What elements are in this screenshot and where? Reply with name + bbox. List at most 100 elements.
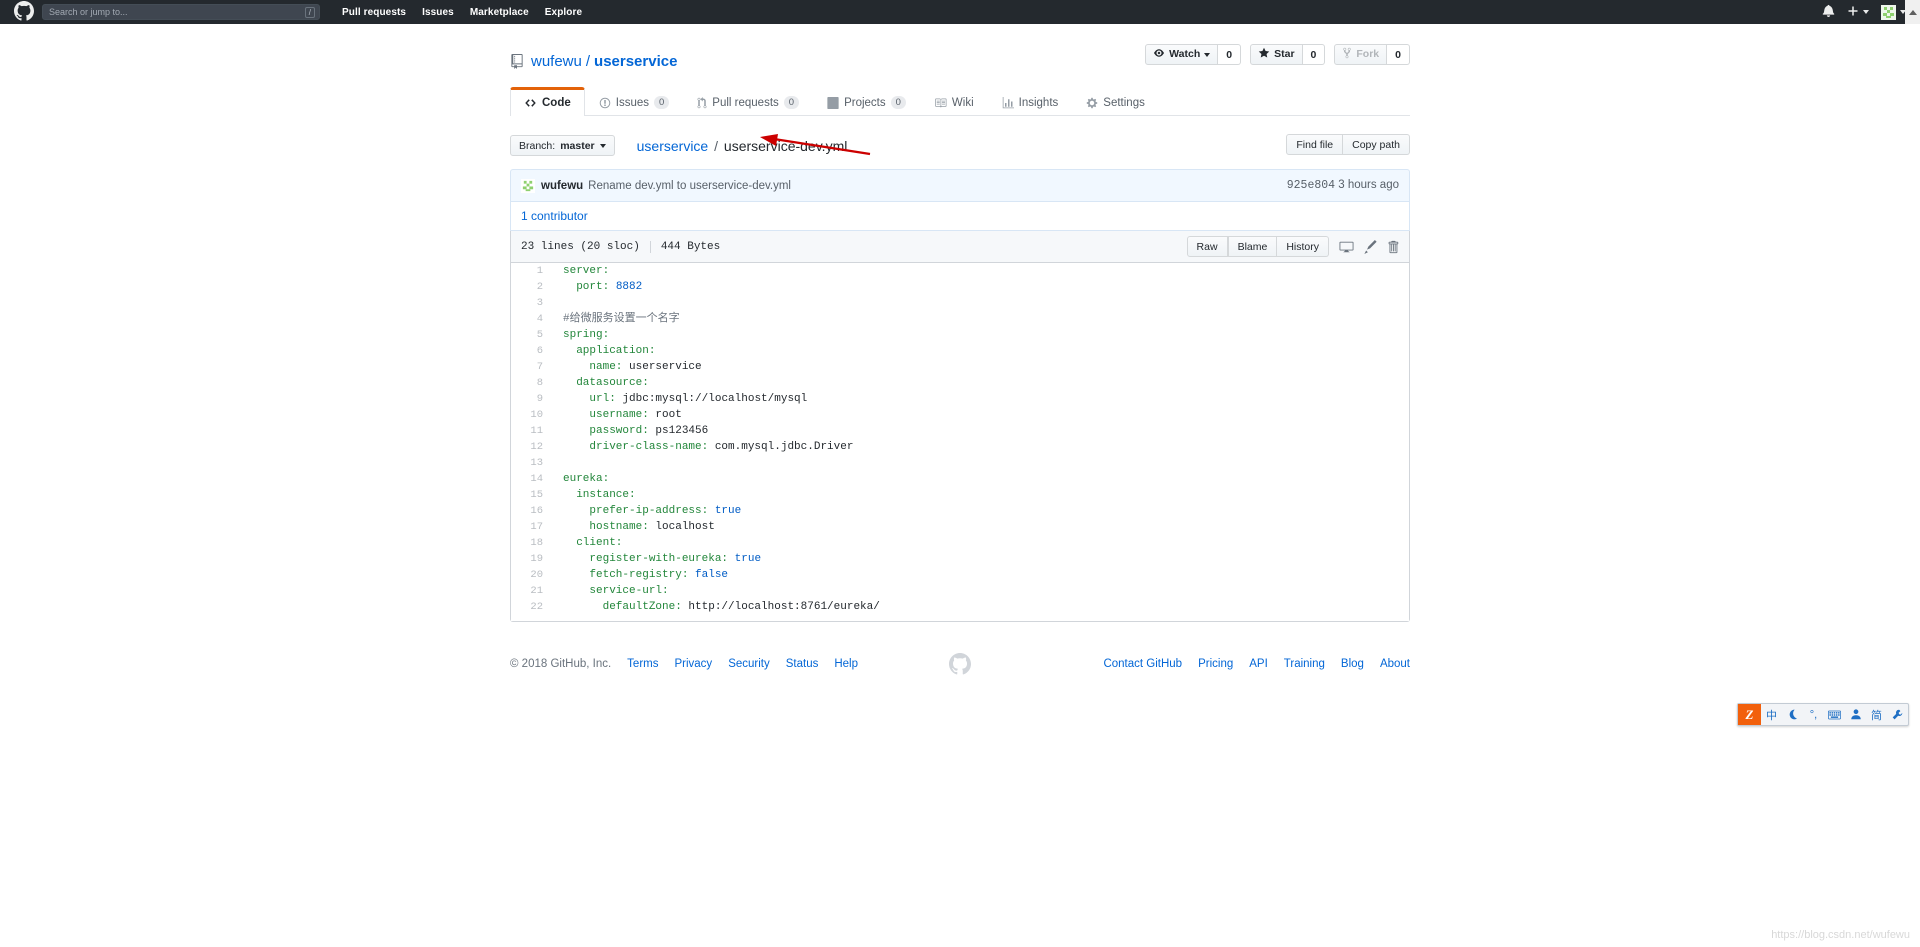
- footer-left-links: © 2018 GitHub, Inc. Terms Privacy Securi…: [510, 658, 858, 670]
- github-mark-icon[interactable]: [14, 0, 42, 24]
- tab-issues[interactable]: Issues 0: [585, 88, 684, 116]
- nav-explore[interactable]: Explore: [545, 7, 582, 18]
- create-new-menu[interactable]: [1847, 4, 1869, 20]
- search-input[interactable]: [49, 5, 305, 19]
- code-line: 8 datasource:: [511, 375, 1409, 391]
- branch-selector-button[interactable]: Branch: master: [510, 135, 615, 156]
- footer-link-contact-github[interactable]: Contact GitHub: [1103, 658, 1182, 670]
- blame-button[interactable]: Blame: [1227, 236, 1278, 257]
- raw-button[interactable]: Raw: [1186, 236, 1228, 257]
- line-number[interactable]: 2: [511, 279, 553, 295]
- simplified-chinese-icon[interactable]: 简: [1866, 704, 1887, 725]
- code-token: service-url:: [563, 585, 669, 597]
- nav-marketplace[interactable]: Marketplace: [470, 7, 529, 18]
- chinese-mode-icon[interactable]: 中: [1761, 704, 1782, 725]
- footer-link-pricing[interactable]: Pricing: [1198, 658, 1233, 670]
- trash-delete-icon[interactable]: [1387, 240, 1399, 254]
- star-button[interactable]: Star: [1250, 44, 1303, 65]
- copy-path-button[interactable]: Copy path: [1343, 134, 1410, 155]
- line-number[interactable]: 16: [511, 503, 553, 519]
- nav-issues[interactable]: Issues: [422, 7, 454, 18]
- line-number[interactable]: 5: [511, 327, 553, 343]
- line-number[interactable]: 12: [511, 439, 553, 455]
- footer-link-training[interactable]: Training: [1284, 658, 1325, 670]
- code-token: http://localhost:8761/eureka/: [688, 601, 880, 613]
- commit-sha-link[interactable]: 925e804: [1287, 179, 1335, 192]
- punctuation-icon[interactable]: °,: [1803, 704, 1824, 725]
- branch-prefix-label: Branch:: [519, 139, 556, 152]
- ime-toolbar[interactable]: Z 中 °, 简: [1737, 703, 1909, 726]
- line-number[interactable]: 7: [511, 359, 553, 375]
- repository-page: wufewu / userservice Watch 0 Star 0 Fork…: [510, 24, 1410, 622]
- line-content: port: 8882: [553, 279, 1409, 295]
- bell-icon[interactable]: [1822, 4, 1835, 20]
- line-number[interactable]: 21: [511, 583, 553, 599]
- scroll-up-button[interactable]: [1905, 0, 1920, 24]
- footer-link-about[interactable]: About: [1380, 658, 1410, 670]
- keyboard-icon[interactable]: [1824, 704, 1845, 725]
- code-line: 12 driver-class-name: com.mysql.jdbc.Dri…: [511, 439, 1409, 455]
- star-count[interactable]: 0: [1302, 44, 1326, 65]
- watch-count[interactable]: 0: [1218, 44, 1242, 65]
- fork-icon: [1342, 47, 1352, 62]
- user-menu[interactable]: [1881, 4, 1906, 20]
- line-number[interactable]: 22: [511, 599, 553, 615]
- tab-pull-requests[interactable]: Pull requests 0: [683, 88, 813, 116]
- line-number[interactable]: 19: [511, 551, 553, 567]
- fork-button-group: Fork 0: [1334, 44, 1410, 65]
- footer-link-security[interactable]: Security: [728, 658, 770, 670]
- file-blob: 23 lines (20 sloc) 444 Bytes Raw Blame H…: [510, 231, 1410, 622]
- footer-link-terms[interactable]: Terms: [627, 658, 658, 670]
- footer-link-privacy[interactable]: Privacy: [674, 658, 712, 670]
- repo-owner-link[interactable]: wufewu: [531, 53, 582, 70]
- moon-icon[interactable]: [1782, 704, 1803, 725]
- footer-link-status[interactable]: Status: [786, 658, 819, 670]
- pencil-edit-icon[interactable]: [1364, 239, 1377, 254]
- tab-wiki-label: Wiki: [951, 96, 974, 109]
- line-number[interactable]: 18: [511, 535, 553, 551]
- chevron-down-icon: [599, 143, 606, 148]
- watch-button[interactable]: Watch: [1145, 44, 1219, 65]
- fork-button[interactable]: Fork: [1334, 44, 1388, 65]
- footer-link-blog[interactable]: Blog: [1341, 658, 1364, 670]
- line-number[interactable]: 6: [511, 343, 553, 359]
- line-number[interactable]: 13: [511, 455, 553, 471]
- repo-name-link[interactable]: userservice: [594, 53, 677, 70]
- tab-insights[interactable]: Insights: [988, 88, 1073, 116]
- line-number[interactable]: 17: [511, 519, 553, 535]
- line-content: username: root: [553, 407, 1409, 423]
- footer-right-links: Contact GitHub Pricing API Training Blog…: [1103, 658, 1410, 670]
- desktop-icon[interactable]: [1339, 240, 1354, 254]
- issue-opened-icon: [599, 97, 611, 109]
- line-number[interactable]: 3: [511, 295, 553, 311]
- line-number[interactable]: 4: [511, 311, 553, 327]
- line-number[interactable]: 1: [511, 263, 553, 279]
- user-icon[interactable]: [1845, 704, 1866, 725]
- footer-link-api[interactable]: API: [1249, 658, 1268, 670]
- line-number[interactable]: 9: [511, 391, 553, 407]
- fork-count[interactable]: 0: [1387, 44, 1410, 65]
- tab-wiki[interactable]: Wiki: [920, 88, 988, 116]
- line-number[interactable]: 11: [511, 423, 553, 439]
- footer-link-help[interactable]: Help: [834, 658, 858, 670]
- line-number[interactable]: 20: [511, 567, 553, 583]
- ime-logo-icon[interactable]: Z: [1738, 704, 1761, 725]
- line-number[interactable]: 14: [511, 471, 553, 487]
- line-number[interactable]: 15: [511, 487, 553, 503]
- nav-pull-requests[interactable]: Pull requests: [342, 7, 406, 18]
- history-button[interactable]: History: [1277, 236, 1329, 257]
- tab-pull-requests-label: Pull requests: [712, 96, 779, 109]
- breadcrumb-root-link[interactable]: userservice: [637, 138, 709, 154]
- tab-code[interactable]: Code: [510, 87, 585, 116]
- find-file-button[interactable]: Find file: [1286, 134, 1344, 155]
- commit-author-link[interactable]: wufewu: [541, 180, 583, 192]
- tab-settings[interactable]: Settings: [1072, 88, 1159, 116]
- contributors-link[interactable]: 1 contributor: [521, 209, 588, 223]
- identicon-avatar[interactable]: [521, 178, 535, 193]
- commit-message[interactable]: Rename dev.yml to userservice-dev.yml: [588, 180, 791, 192]
- wrench-icon[interactable]: [1887, 704, 1908, 725]
- line-number[interactable]: 10: [511, 407, 553, 423]
- line-number[interactable]: 8: [511, 375, 553, 391]
- tab-projects[interactable]: Projects 0: [813, 88, 920, 116]
- search-box[interactable]: /: [42, 4, 320, 20]
